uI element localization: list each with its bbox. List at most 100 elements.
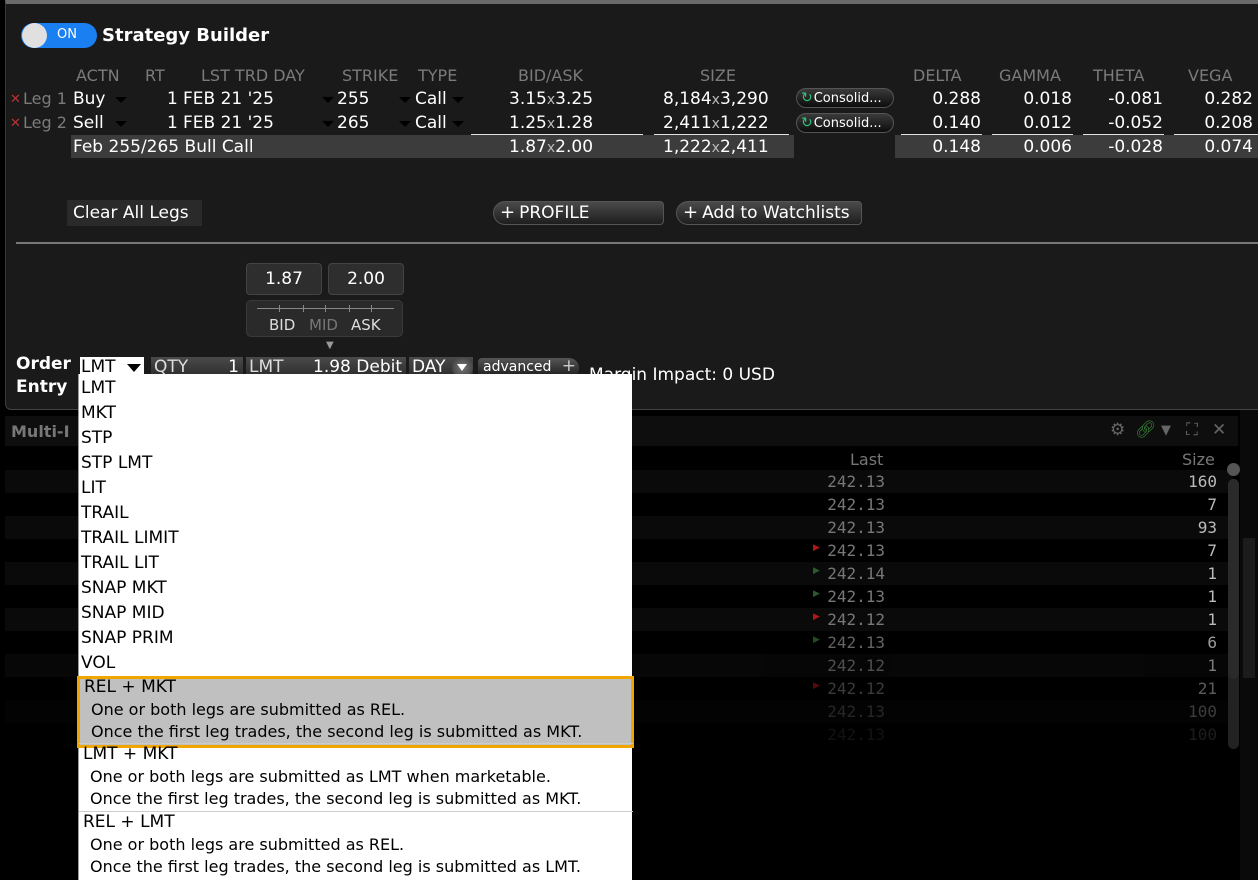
gear-icon[interactable]: ⚙ bbox=[1110, 420, 1125, 440]
slider-tick bbox=[279, 305, 280, 312]
order-type-option[interactable]: LIT bbox=[81, 476, 106, 501]
leg-type[interactable]: Call bbox=[415, 89, 447, 109]
scroll-thumb[interactable] bbox=[1228, 479, 1239, 679]
remove-leg-icon[interactable]: ✕ bbox=[10, 92, 21, 107]
order-type-option[interactable]: SNAP MID bbox=[81, 601, 165, 626]
add-to-watchlists-button[interactable]: + Add to Watchlists bbox=[676, 201, 862, 225]
col-header-last: Last bbox=[850, 450, 884, 469]
trade-size: 160 bbox=[1188, 472, 1217, 491]
col-header-theta: THETA bbox=[1093, 66, 1145, 85]
leg-ask: 1.28 bbox=[555, 113, 594, 133]
strike-dropdown-icon[interactable] bbox=[399, 121, 411, 127]
strategy-ask: 2.00 bbox=[555, 137, 594, 157]
col-header-size: Size bbox=[1182, 450, 1215, 469]
order-entry-label: Order bbox=[16, 354, 71, 374]
slider-ask-label[interactable]: ASK bbox=[351, 316, 381, 334]
exchange-button[interactable]: ↻Consolid... bbox=[796, 113, 894, 133]
strike-dropdown-icon[interactable] bbox=[399, 97, 411, 103]
slider-tick bbox=[349, 305, 350, 312]
exchange-label: Consolid... bbox=[813, 116, 882, 131]
side-scrollbar[interactable] bbox=[1243, 538, 1255, 678]
combo-order-type-option[interactable]: LMT + MKT One or both legs are submitted … bbox=[79, 744, 633, 812]
slider-bid-label[interactable]: BID bbox=[269, 316, 295, 334]
leg-strike[interactable]: 255 bbox=[337, 89, 369, 109]
scroll-up-button[interactable] bbox=[1227, 463, 1240, 476]
order-type-option[interactable]: MKT bbox=[81, 401, 116, 426]
toggle-knob bbox=[22, 23, 47, 48]
leg-lst-trd-day[interactable]: FEB 21 '25 bbox=[183, 113, 274, 133]
separator: x bbox=[546, 140, 556, 156]
order-type-option[interactable]: TRAIL LIMIT bbox=[81, 526, 179, 551]
chevron-down-icon[interactable]: ▼ bbox=[1161, 423, 1171, 438]
leg-ratio[interactable]: 1 bbox=[167, 113, 178, 133]
leg-ratio[interactable]: 1 bbox=[167, 89, 178, 109]
expiry-dropdown-icon[interactable] bbox=[322, 97, 334, 103]
col-header-strike: STRIKE bbox=[342, 66, 399, 85]
separator: x bbox=[546, 92, 556, 108]
trade-size: 21 bbox=[1197, 679, 1217, 698]
plus-icon: + bbox=[500, 202, 516, 223]
separator: x bbox=[711, 140, 720, 156]
col-header-delta: DELTA bbox=[913, 66, 962, 85]
expand-icon[interactable]: ⛶ bbox=[1186, 420, 1198, 440]
last-price: 242.13 bbox=[827, 518, 885, 537]
slider-tick bbox=[371, 305, 372, 312]
leg-vega: 0.282 bbox=[1204, 89, 1253, 109]
trade-size: 100 bbox=[1188, 725, 1217, 744]
bid-price-button[interactable]: 1.87 bbox=[246, 263, 322, 295]
link-icon[interactable]: 🔗︎ bbox=[1135, 420, 1157, 440]
combo-order-type-option[interactable]: REL + LMT One or both legs are submitted … bbox=[79, 812, 633, 880]
type-dropdown-icon[interactable] bbox=[452, 121, 464, 127]
separator: x bbox=[546, 116, 556, 132]
leg-strike[interactable]: 265 bbox=[337, 113, 369, 133]
close-icon[interactable]: ✕ bbox=[1212, 420, 1226, 440]
profile-label: PROFILE bbox=[519, 203, 590, 223]
order-type-option[interactable]: LMT bbox=[81, 376, 116, 401]
leg-bid: 3.15 bbox=[509, 89, 547, 109]
strategy-size: 1,222x2,411 bbox=[663, 137, 769, 157]
slider-tick bbox=[325, 305, 326, 312]
order-type-option[interactable]: STP LMT bbox=[81, 451, 152, 476]
order-type-option[interactable]: VOL bbox=[81, 651, 115, 676]
clear-all-legs-button[interactable]: Clear All Legs bbox=[67, 200, 202, 226]
option-separator bbox=[79, 811, 633, 812]
order-type-option[interactable]: TRAIL bbox=[81, 501, 129, 526]
combo-order-type-option[interactable]: REL + MKT One or both legs are submitted … bbox=[77, 676, 634, 748]
plus-icon: + bbox=[683, 202, 699, 223]
leg-action[interactable]: Sell bbox=[73, 113, 104, 133]
option-title: LMT + MKT bbox=[83, 744, 178, 764]
leg-action[interactable]: Buy bbox=[73, 89, 106, 109]
action-dropdown-icon[interactable] bbox=[115, 97, 127, 103]
slider-tick bbox=[303, 305, 304, 312]
option-description: Once the first leg trades, the second le… bbox=[90, 857, 581, 876]
strategy-builder-toggle[interactable]: ON bbox=[21, 23, 97, 48]
leg-bid-ask: 1.25x1.28 bbox=[509, 113, 593, 133]
leg-ask-size: 3,290 bbox=[719, 89, 769, 109]
profile-button[interactable]: + PROFILE bbox=[493, 201, 664, 225]
order-type-option[interactable]: STP bbox=[81, 426, 112, 451]
remove-leg-icon[interactable]: ✕ bbox=[10, 116, 21, 131]
option-description: One or both legs are submitted as LMT wh… bbox=[90, 767, 551, 786]
order-type-option[interactable]: SNAP PRIM bbox=[81, 626, 174, 651]
ask-price-button[interactable]: 2.00 bbox=[328, 263, 404, 295]
trade-size: 1 bbox=[1207, 564, 1217, 583]
scrollbar[interactable] bbox=[1228, 479, 1239, 749]
order-type-option[interactable]: TRAIL LIT bbox=[81, 551, 159, 576]
leg-bid-size: 8,184 bbox=[663, 89, 712, 109]
panel-title: Multi-I bbox=[11, 422, 70, 441]
price-slider[interactable]: BID MID ASK bbox=[246, 300, 403, 337]
order-type-dropdown[interactable]: LMT MKT STP STP LMT LIT TRAIL TRAIL LIMIT TRAIL… bbox=[77, 374, 634, 880]
expiry-dropdown-icon[interactable] bbox=[322, 121, 334, 127]
leg-delta: 0.140 bbox=[932, 113, 981, 133]
type-dropdown-icon[interactable] bbox=[452, 97, 464, 103]
exchange-button[interactable]: ↻Consolid... bbox=[796, 88, 894, 108]
col-header-actn: ACTN bbox=[76, 66, 120, 85]
trade-size: 1 bbox=[1207, 656, 1217, 675]
leg-gamma: 0.018 bbox=[1023, 89, 1072, 109]
action-dropdown-icon[interactable] bbox=[115, 121, 127, 127]
leg-type[interactable]: Call bbox=[415, 113, 447, 133]
slider-mid-label[interactable]: MID bbox=[309, 316, 338, 334]
order-type-option[interactable]: SNAP MKT bbox=[81, 576, 167, 601]
leg-lst-trd-day[interactable]: FEB 21 '25 bbox=[183, 89, 274, 109]
col-header-rt: RT bbox=[145, 66, 165, 85]
